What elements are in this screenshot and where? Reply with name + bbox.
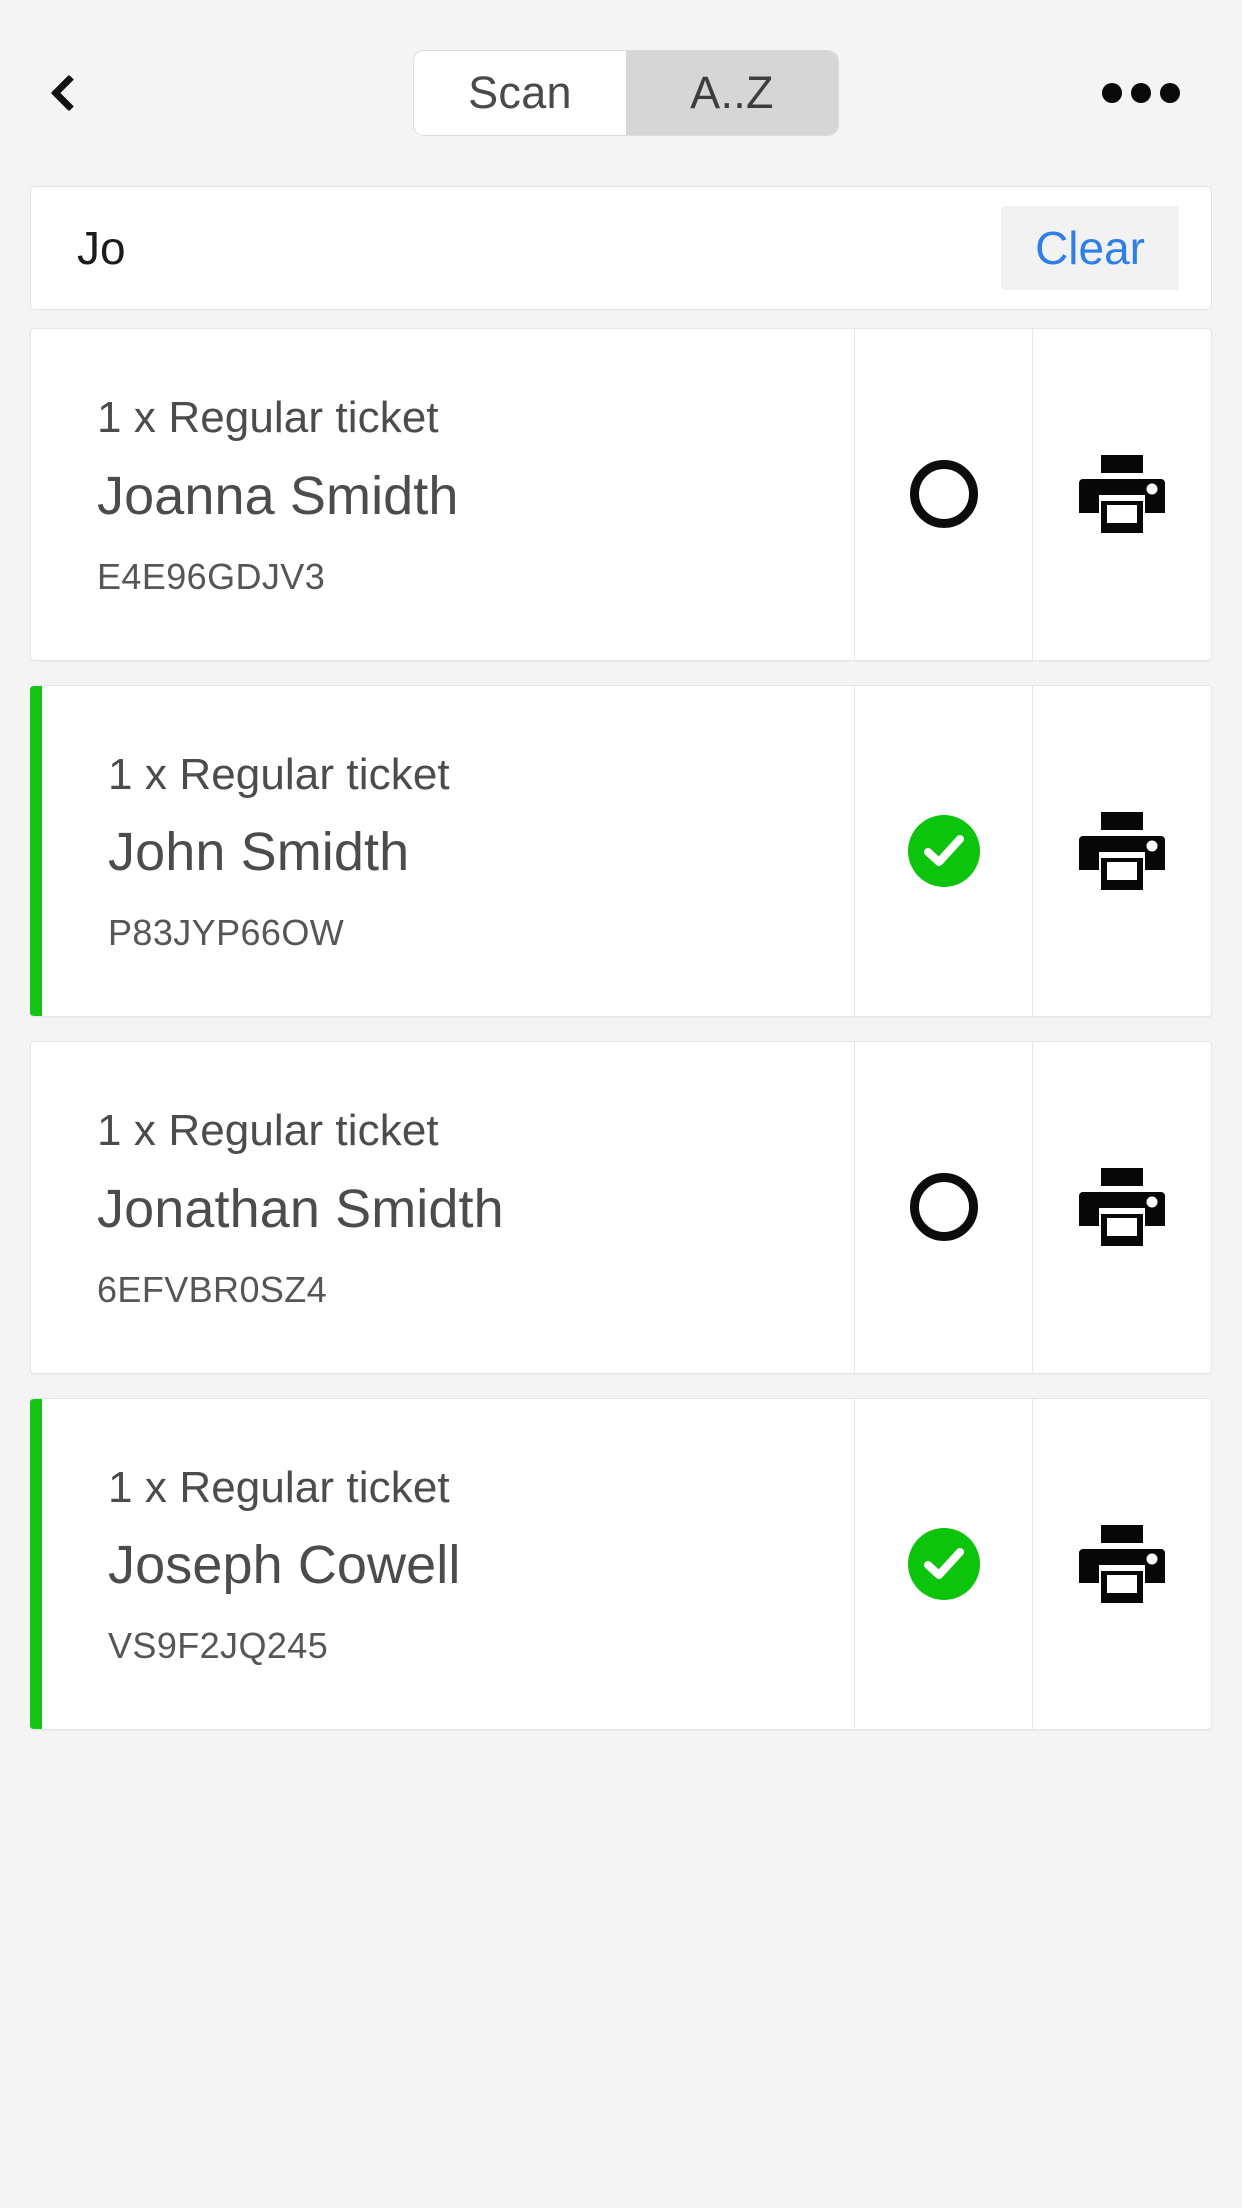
circle-outline-icon <box>909 460 978 529</box>
printer-icon <box>1079 455 1165 534</box>
clear-search-button[interactable]: Clear <box>1001 205 1179 291</box>
ticket-type-label: 1 x Regular ticket <box>97 1106 439 1156</box>
more-horizontal-icon <box>1160 83 1180 103</box>
attendee-list: 1 x Regular ticket Joanna Smidth E4E96GDJV… <box>0 328 1242 1731</box>
attendee-card[interactable]: 1 x Regular ticket Joanna Smidth E4E96GDJV… <box>30 328 1212 661</box>
app-header: Scan A..Z <box>0 0 1242 186</box>
attendee-card[interactable]: 1 x Regular ticket Jonathan Smidth 6EFVBR0… <box>30 1041 1212 1374</box>
check-circle-icon <box>907 814 980 887</box>
printer-icon <box>1079 1524 1165 1603</box>
printer-icon <box>1079 811 1165 890</box>
attendee-name: Joanna Smidth <box>97 465 459 526</box>
order-code: P83JYP66OW <box>108 912 345 954</box>
check-in-toggle[interactable] <box>855 1398 1033 1730</box>
view-mode-segmented-control[interactable]: Scan A..Z <box>414 51 838 135</box>
search-bar: Clear <box>30 186 1212 310</box>
more-horizontal-icon <box>1131 83 1151 103</box>
attendee-info: 1 x Regular ticket Joanna Smidth E4E96GDJV… <box>31 329 855 660</box>
print-ticket-button[interactable] <box>1033 1042 1211 1373</box>
segment-option-az[interactable]: A..Z <box>626 51 838 135</box>
print-ticket-button[interactable] <box>1033 686 1211 1017</box>
attendee-info: 1 x Regular ticket Joseph Cowell VS9F2JQ24… <box>42 1398 855 1730</box>
check-in-toggle[interactable] <box>855 1042 1033 1373</box>
chevron-left-icon <box>50 74 88 112</box>
ticket-type-label: 1 x Regular ticket <box>97 393 439 442</box>
circle-outline-icon <box>909 1173 978 1242</box>
search-input[interactable] <box>77 221 1002 275</box>
check-circle-icon <box>907 1527 980 1600</box>
ticket-type-label: 1 x Regular ticket <box>108 749 450 799</box>
attendee-name: John Smidth <box>108 822 410 883</box>
order-code: 6EFVBR0SZ4 <box>97 1268 328 1310</box>
ticket-type-label: 1 x Regular ticket <box>108 1462 450 1512</box>
check-in-toggle[interactable] <box>855 329 1033 660</box>
print-ticket-button[interactable] <box>1033 329 1211 660</box>
more-horizontal-icon <box>1102 83 1122 103</box>
checked-in-accent-bar <box>30 1398 42 1730</box>
print-ticket-button[interactable] <box>1033 1399 1211 1730</box>
attendee-name: Jonathan Smidth <box>97 1178 504 1239</box>
check-in-toggle[interactable] <box>855 685 1033 1017</box>
order-code: VS9F2JQ245 <box>108 1625 329 1667</box>
bottom-safe-area <box>0 2022 1242 2208</box>
checked-in-accent-bar <box>30 685 42 1017</box>
back-button[interactable] <box>50 58 126 128</box>
attendee-name: Joseph Cowell <box>108 1535 461 1596</box>
more-options-button[interactable] <box>1088 58 1180 128</box>
order-code: E4E96GDJV3 <box>97 555 326 597</box>
segment-option-scan[interactable]: Scan <box>414 51 626 135</box>
attendee-info: 1 x Regular ticket John Smidth P83JYP66OW <box>42 685 855 1017</box>
printer-icon <box>1079 1168 1165 1247</box>
attendee-card[interactable]: 1 x Regular ticket John Smidth P83JYP66OW <box>30 684 1212 1018</box>
attendee-info: 1 x Regular ticket Jonathan Smidth 6EFVBR0… <box>31 1042 855 1373</box>
attendee-card[interactable]: 1 x Regular ticket Joseph Cowell VS9F2JQ24… <box>30 1397 1212 1731</box>
